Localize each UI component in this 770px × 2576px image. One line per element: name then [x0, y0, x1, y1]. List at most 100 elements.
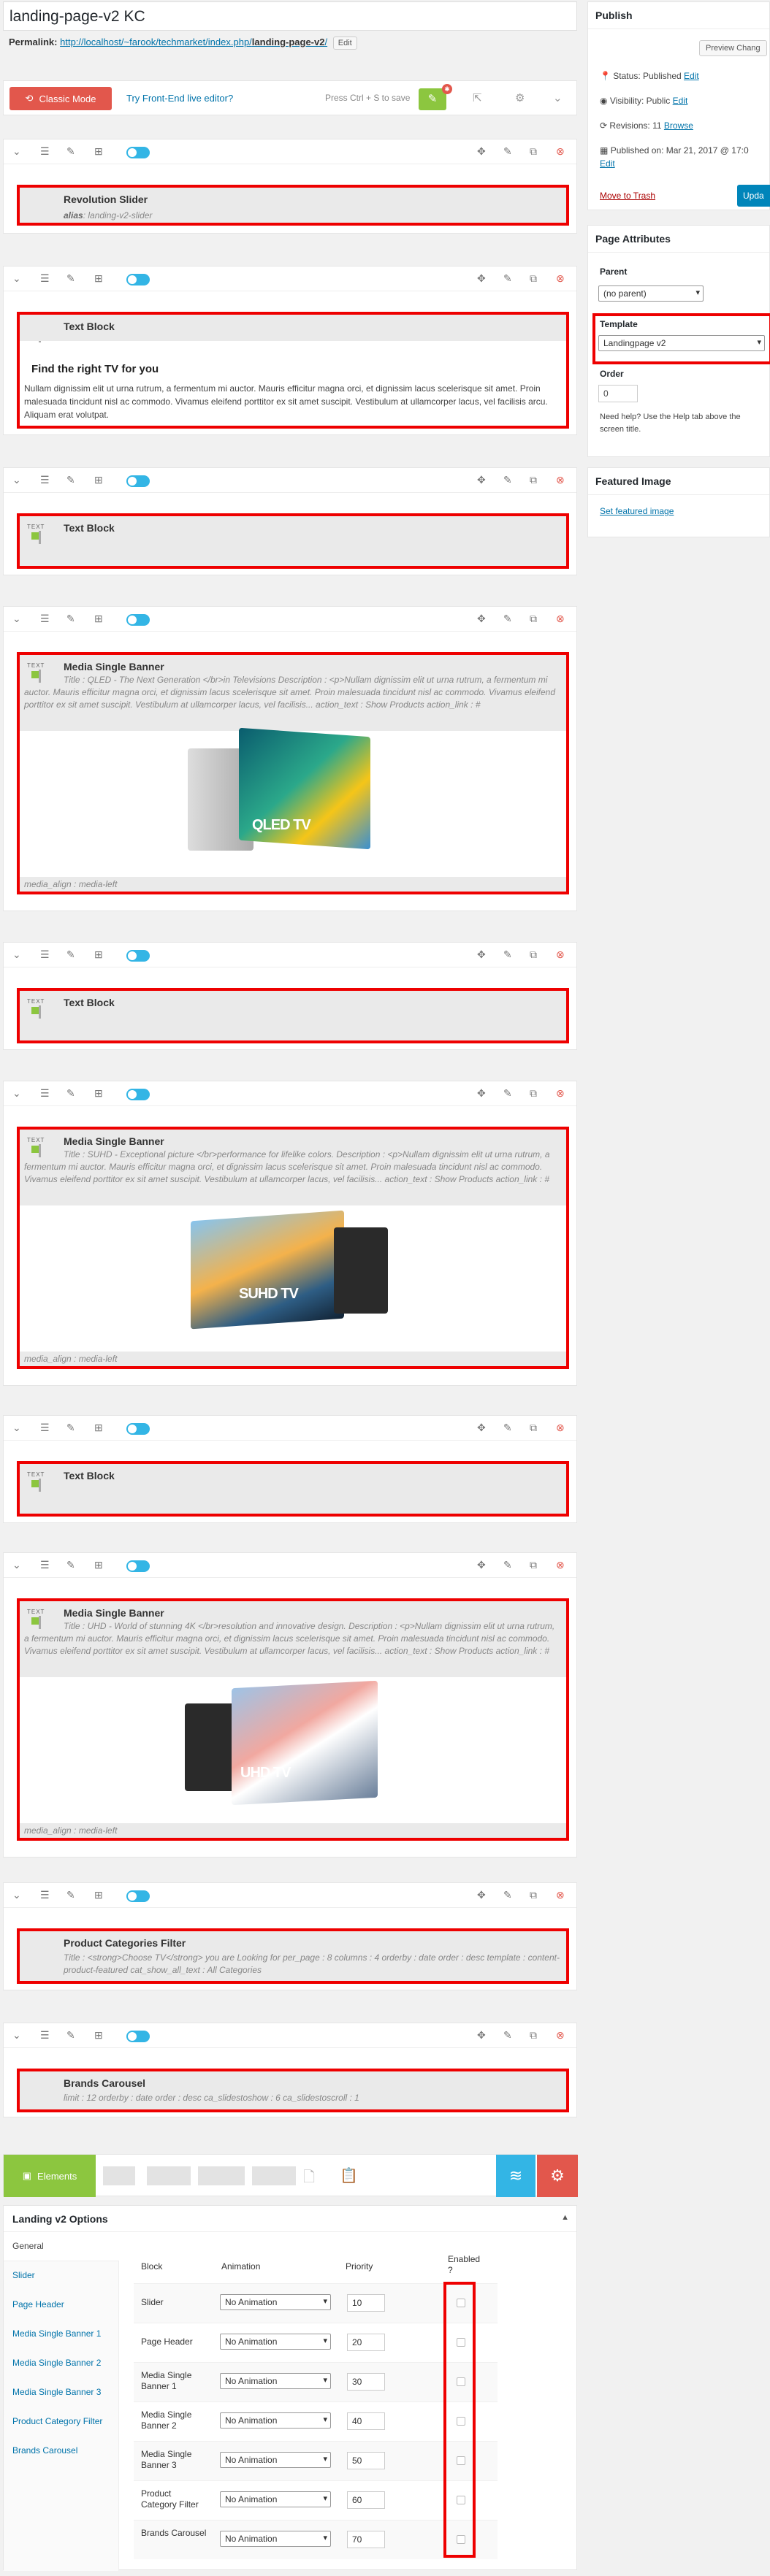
collapse-row-icon[interactable]: ⌄	[12, 1889, 21, 1901]
collapse-row-icon[interactable]: ⌄	[12, 1559, 21, 1571]
animation-select[interactable]: No Animation	[220, 2294, 331, 2310]
columns-icon[interactable]: ☰	[40, 1559, 50, 1571]
columns-icon[interactable]: ☰	[40, 1889, 50, 1901]
delete-icon[interactable]: ⊗	[556, 1559, 565, 1571]
move-icon[interactable]: ✥	[477, 1087, 486, 1100]
options-nav-item[interactable]: Media Single Banner 3	[4, 2378, 119, 2407]
layout-3col[interactable]	[198, 2166, 245, 2185]
row-visibility-toggle[interactable]	[126, 147, 150, 158]
collapse-row-icon[interactable]: ⌄	[12, 474, 21, 486]
move-to-trash[interactable]: Move to Trash	[600, 191, 655, 201]
add-row-icon[interactable]: ⊞	[94, 474, 103, 486]
permalink-edit-button[interactable]: Edit	[332, 37, 357, 50]
move-icon[interactable]: ✥	[477, 145, 486, 158]
delete-icon[interactable]: ⊗	[556, 145, 565, 158]
classic-mode-button[interactable]: ⟲ Classic Mode	[9, 87, 112, 110]
add-row-icon[interactable]: ⊞	[94, 272, 103, 285]
copy-icon[interactable]: ⧉	[530, 145, 537, 158]
animation-select[interactable]: No Animation	[220, 2531, 331, 2547]
delete-icon[interactable]: ⊗	[556, 1422, 565, 1434]
edit-row-icon[interactable]: ✎	[66, 2029, 75, 2042]
add-row-icon[interactable]: ⊞	[94, 1559, 103, 1571]
options-nav-item[interactable]: Media Single Banner 1	[4, 2320, 119, 2349]
share-icon[interactable]: ⇱	[473, 91, 482, 104]
delete-icon[interactable]: ⊗	[556, 1889, 565, 1901]
columns-icon[interactable]: ☰	[40, 272, 50, 285]
delete-icon[interactable]: ⊗	[556, 1087, 565, 1100]
move-icon[interactable]: ✥	[477, 474, 486, 486]
edit-icon[interactable]: ✎	[503, 272, 512, 285]
copy-icon[interactable]: ⧉	[530, 1559, 537, 1571]
columns-icon[interactable]: ☰	[40, 1087, 50, 1100]
add-row-icon[interactable]: ⊞	[94, 613, 103, 625]
priority-input[interactable]: 10	[347, 2294, 385, 2312]
animation-select[interactable]: No Animation	[220, 2334, 331, 2350]
layout-2col[interactable]	[147, 2166, 191, 2185]
row-visibility-toggle[interactable]	[126, 1423, 150, 1435]
collapse-row-icon[interactable]: ⌄	[12, 948, 21, 961]
element-5[interactable]: TEXT Media Single Banner Title : SUHD - Ex…	[17, 1127, 569, 1369]
animation-select[interactable]: No Animation	[220, 2452, 331, 2468]
animation-select[interactable]: No Animation	[220, 2412, 331, 2429]
update-button[interactable]: Upda	[737, 185, 770, 207]
delete-icon[interactable]: ⊗	[556, 948, 565, 961]
priority-input[interactable]: 60	[347, 2491, 385, 2509]
row-visibility-toggle[interactable]	[126, 1089, 150, 1100]
copy-icon[interactable]: ⧉	[530, 474, 537, 486]
add-row-icon[interactable]: ⊞	[94, 1087, 103, 1100]
delete-icon[interactable]: ⊗	[556, 272, 565, 285]
edit-icon[interactable]: ✎	[503, 1087, 512, 1100]
copy-icon[interactable]: ⧉	[530, 948, 537, 961]
edit-icon[interactable]: ✎	[503, 1889, 512, 1901]
published-edit[interactable]: Edit	[600, 158, 615, 169]
animation-select[interactable]: No Animation	[220, 2373, 331, 2389]
edit-icon[interactable]: ✎	[503, 1422, 512, 1434]
collapse-row-icon[interactable]: ⌄	[12, 2029, 21, 2042]
layout-4col[interactable]	[252, 2166, 296, 2185]
edit-row-icon[interactable]: ✎	[66, 1087, 75, 1100]
priority-input[interactable]: 40	[347, 2412, 385, 2430]
columns-icon[interactable]: ☰	[40, 145, 50, 158]
copy-icon[interactable]: ⧉	[530, 1422, 537, 1434]
element-2[interactable]: TEXT Text Block	[17, 513, 569, 569]
row-visibility-toggle[interactable]	[126, 614, 150, 626]
delete-icon[interactable]: ⊗	[556, 613, 565, 625]
element-9[interactable]: Brands Carousel limit : 12 orderby : date…	[17, 2069, 569, 2112]
options-nav-item[interactable]: Product Category Filter	[4, 2407, 119, 2437]
edit-icon[interactable]: ✎	[503, 474, 512, 486]
row-visibility-toggle[interactable]	[126, 950, 150, 962]
collapse-row-icon[interactable]: ⌄	[12, 145, 21, 158]
add-row-icon[interactable]: ⊞	[94, 145, 103, 158]
move-icon[interactable]: ✥	[477, 1889, 486, 1901]
move-icon[interactable]: ✥	[477, 948, 486, 961]
add-row-icon[interactable]: ⊞	[94, 1889, 103, 1901]
add-row-icon[interactable]: ⊞	[94, 1422, 103, 1434]
set-featured-image[interactable]: Set featured image	[600, 506, 674, 516]
element-8[interactable]: Product Categories Filter Title : <strong…	[17, 1928, 569, 1984]
edit-row-icon[interactable]: ✎	[66, 1559, 75, 1571]
delete-icon[interactable]: ⊗	[556, 474, 565, 486]
clipboard-icon[interactable]: 📋	[340, 2166, 358, 2185]
parent-select[interactable]: (no parent)	[598, 285, 704, 302]
priority-input[interactable]: 50	[347, 2452, 385, 2469]
browse-link[interactable]: Browse	[664, 120, 693, 131]
collapse-row-icon[interactable]: ⌄	[12, 1422, 21, 1434]
edit-icon[interactable]: ✎	[503, 613, 512, 625]
options-nav-item[interactable]: Slider	[4, 2261, 119, 2291]
collapse-icon[interactable]: ▲	[561, 2213, 569, 2222]
animation-select[interactable]: No Animation	[220, 2491, 331, 2507]
add-row-icon[interactable]: ⊞	[94, 2029, 103, 2042]
settings-icon[interactable]: ⚙	[537, 2155, 578, 2197]
edit-row-icon[interactable]: ✎	[66, 272, 75, 285]
move-icon[interactable]: ✥	[477, 1559, 486, 1571]
options-nav-item[interactable]: Brands Carousel	[4, 2437, 119, 2466]
columns-icon[interactable]: ☰	[40, 948, 50, 961]
frontend-editor-link[interactable]: Try Front-End live editor?	[126, 93, 233, 104]
move-icon[interactable]: ✥	[477, 2029, 486, 2042]
copy-icon[interactable]: ⧉	[530, 1087, 537, 1100]
template-select[interactable]: Landingpage v2	[598, 335, 765, 351]
priority-input[interactable]: 30	[347, 2373, 385, 2391]
edit-row-icon[interactable]: ✎	[66, 474, 75, 486]
edit-row-icon[interactable]: ✎	[66, 948, 75, 961]
chevron-down-icon[interactable]: ⌄	[553, 91, 563, 104]
